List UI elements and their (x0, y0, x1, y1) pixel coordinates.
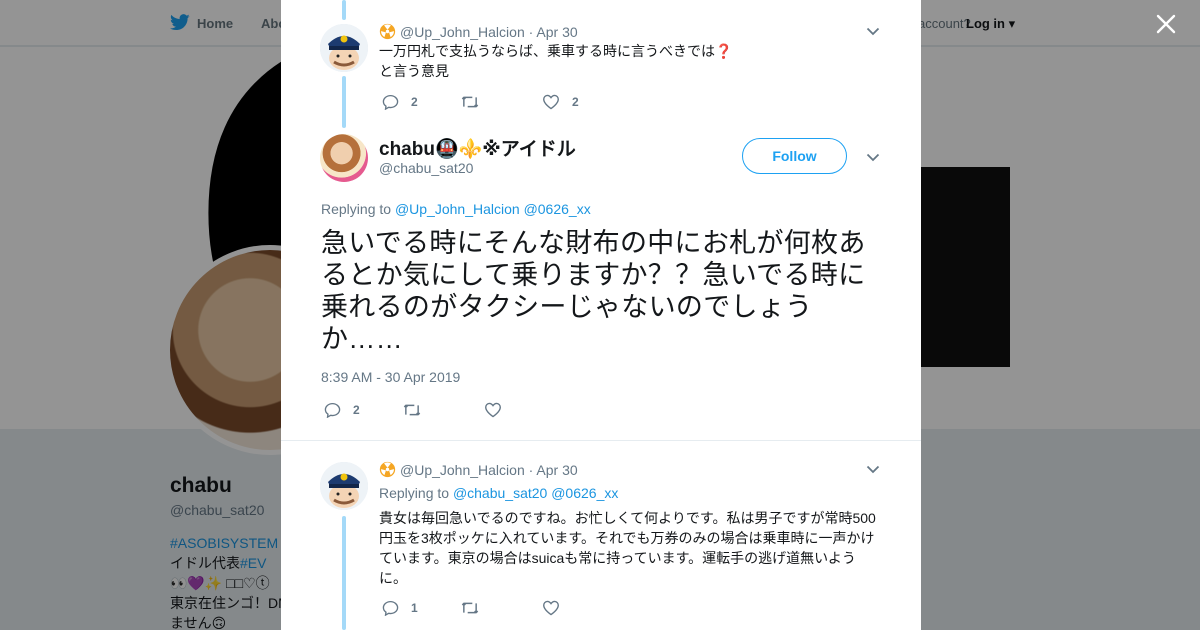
retweet-button[interactable] (460, 600, 542, 616)
tweet-date[interactable]: Apr 30 (536, 24, 577, 40)
tweet-actions: 2 (324, 400, 514, 420)
avatar[interactable] (320, 134, 368, 182)
radiation-icon (379, 461, 396, 478)
retweet-icon (403, 404, 421, 416)
mention-link[interactable]: @chabu_sat20 (453, 485, 547, 501)
retweet-icon (461, 96, 479, 108)
tweet-actions: 2 2 (382, 92, 579, 112)
tweet-header: @Up_John_Halcion · Apr 30 (379, 23, 578, 40)
like-button[interactable] (484, 402, 514, 418)
tweet-date[interactable]: Apr 30 (536, 462, 577, 478)
divider (281, 440, 921, 441)
reply-icon (382, 600, 399, 616)
replying-to: Replying to @Up_John_Halcion @0626_xx (321, 201, 591, 217)
like-icon (543, 94, 559, 110)
tweet-permalink-modal: @Up_John_Halcion · Apr 30 一万円札で支払うならば、乗車… (281, 0, 921, 630)
police-avatar-image (320, 462, 368, 510)
follow-button[interactable]: Follow (742, 138, 847, 174)
tweet-actions: 1 (382, 598, 572, 618)
police-avatar-image (320, 24, 368, 72)
author-handle[interactable]: @chabu_sat20 (379, 160, 473, 176)
tweet-text: 貴女は毎回急いでるのですね。お忙しくて何よりです。私は男子ですが常時500円玉を… (379, 510, 876, 586)
retweet-button[interactable] (402, 402, 484, 418)
tweet-header: @Up_John_Halcion · Apr 30 (379, 461, 578, 478)
tweet-text: 一万円札で支払うならば、乗車する時に言うべきでは❓ と言う意見 (379, 43, 733, 79)
like-icon (485, 402, 501, 418)
avatar[interactable] (320, 462, 368, 510)
mention-link[interactable]: @Up_John_Halcion (395, 201, 520, 217)
reply-button[interactable]: 1 (382, 600, 460, 616)
radiation-icon (379, 23, 396, 40)
thread-line (342, 0, 346, 20)
tweet-handle[interactable]: @Up_John_Halcion (400, 24, 525, 40)
chevron-down-icon[interactable] (866, 464, 880, 474)
reply-button[interactable]: 2 (382, 94, 460, 110)
reply-icon (382, 94, 399, 110)
like-button[interactable]: 2 (542, 94, 579, 110)
chevron-down-icon[interactable] (866, 26, 880, 36)
tweet-timestamp[interactable]: 8:39 AM - 30 Apr 2019 (321, 369, 460, 385)
author-name[interactable]: chabu🚇⚜️※アイドル (379, 134, 576, 161)
replying-to: Replying to @chabu_sat20 @0626_xx (379, 485, 619, 501)
avatar[interactable] (320, 24, 368, 72)
like-button[interactable] (542, 600, 572, 616)
reply-button[interactable]: 2 (324, 402, 402, 418)
close-icon[interactable] (1154, 12, 1178, 36)
tweet-handle[interactable]: @Up_John_Halcion (400, 462, 525, 478)
retweet-icon (461, 602, 479, 614)
thread-line (342, 76, 346, 128)
tweet-text: 急いでる時にそんな財布の中にお札が何枚あるとか気にして乗りますか？？急いでる時に… (321, 228, 866, 354)
thread-line (342, 516, 346, 630)
retweet-button[interactable] (460, 94, 542, 110)
reply-icon (324, 402, 341, 418)
mention-link[interactable]: @0626_xx (524, 201, 591, 217)
like-icon (543, 600, 559, 616)
chevron-down-icon[interactable] (866, 152, 880, 162)
mention-link[interactable]: @0626_xx (551, 485, 618, 501)
